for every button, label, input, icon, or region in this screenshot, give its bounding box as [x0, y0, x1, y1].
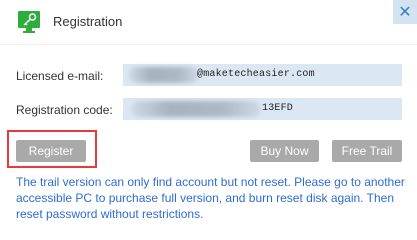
registration-code-value: 13EFD	[262, 103, 294, 114]
email-field[interactable]: @maketecheasier.com	[123, 64, 402, 86]
free-trial-button[interactable]: Free Trail	[332, 140, 402, 162]
window-title: Registration	[53, 14, 123, 29]
close-button[interactable]: ✕	[393, 0, 417, 24]
email-label: Licensed e-mail:	[16, 69, 104, 83]
registration-code-label: Registration code:	[16, 103, 113, 117]
title-bar: Registration ✕	[0, 0, 417, 44]
trial-notice: The trail version can only find account …	[16, 175, 405, 221]
buy-now-button[interactable]: Buy Now	[250, 140, 319, 162]
key-monitor-icon	[18, 11, 40, 33]
redacted-text	[129, 67, 199, 83]
register-button[interactable]: Register	[16, 140, 86, 162]
registration-code-field[interactable]: 13EFD	[123, 98, 402, 120]
title-divider	[0, 44, 417, 45]
redacted-text	[131, 101, 261, 117]
close-icon: ✕	[398, 2, 412, 21]
email-value: @maketecheasier.com	[197, 69, 315, 80]
